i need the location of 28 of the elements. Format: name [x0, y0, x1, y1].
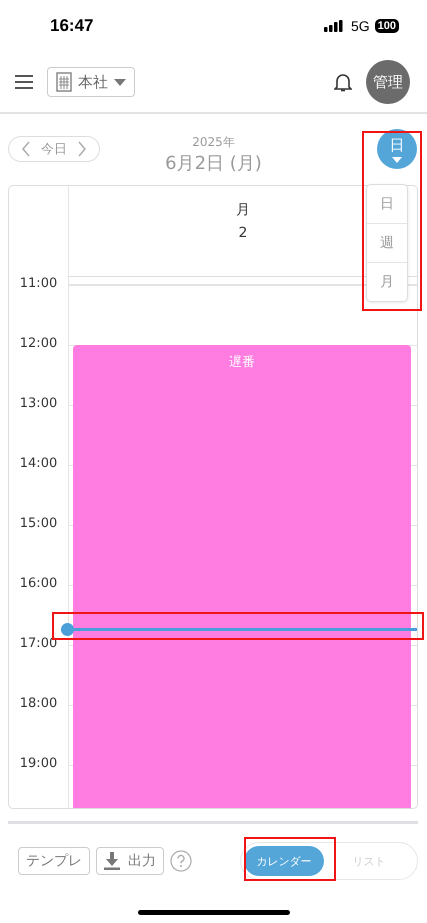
- download-icon: [104, 852, 120, 870]
- day-number: 2: [238, 225, 248, 241]
- battery-indicator: 100: [374, 19, 399, 33]
- network-label: 5G: [350, 18, 370, 34]
- view-option[interactable]: 月: [367, 263, 407, 301]
- year-label: 2025年: [192, 134, 235, 151]
- event-title: 遅番: [229, 354, 255, 369]
- view-option[interactable]: 日: [367, 185, 407, 224]
- weekday-label: 月: [236, 201, 250, 219]
- next-icon[interactable]: [77, 141, 87, 157]
- status-time: 16:47: [50, 16, 94, 36]
- template-button[interactable]: テンプレ: [18, 847, 90, 875]
- menu-icon[interactable]: [15, 75, 33, 89]
- shift-event[interactable]: 遅番: [73, 345, 411, 808]
- view-tab[interactable]: カレンダー: [244, 846, 324, 876]
- caret-icon: [114, 78, 126, 86]
- today-navigator[interactable]: 今日: [8, 136, 100, 162]
- help-icon[interactable]: [170, 850, 192, 872]
- view-dropdown[interactable]: 日: [377, 129, 417, 169]
- caret-icon: [392, 156, 402, 162]
- user-avatar[interactable]: 管理: [366, 60, 410, 104]
- location-dropdown[interactable]: 本社: [47, 67, 135, 97]
- export-button[interactable]: 出力: [96, 847, 164, 875]
- view-option[interactable]: 週: [367, 224, 407, 263]
- previous-icon[interactable]: [21, 141, 31, 157]
- date-title: 6月2日 (月): [165, 152, 262, 175]
- building-icon: [56, 72, 72, 92]
- bell-icon[interactable]: [334, 72, 352, 92]
